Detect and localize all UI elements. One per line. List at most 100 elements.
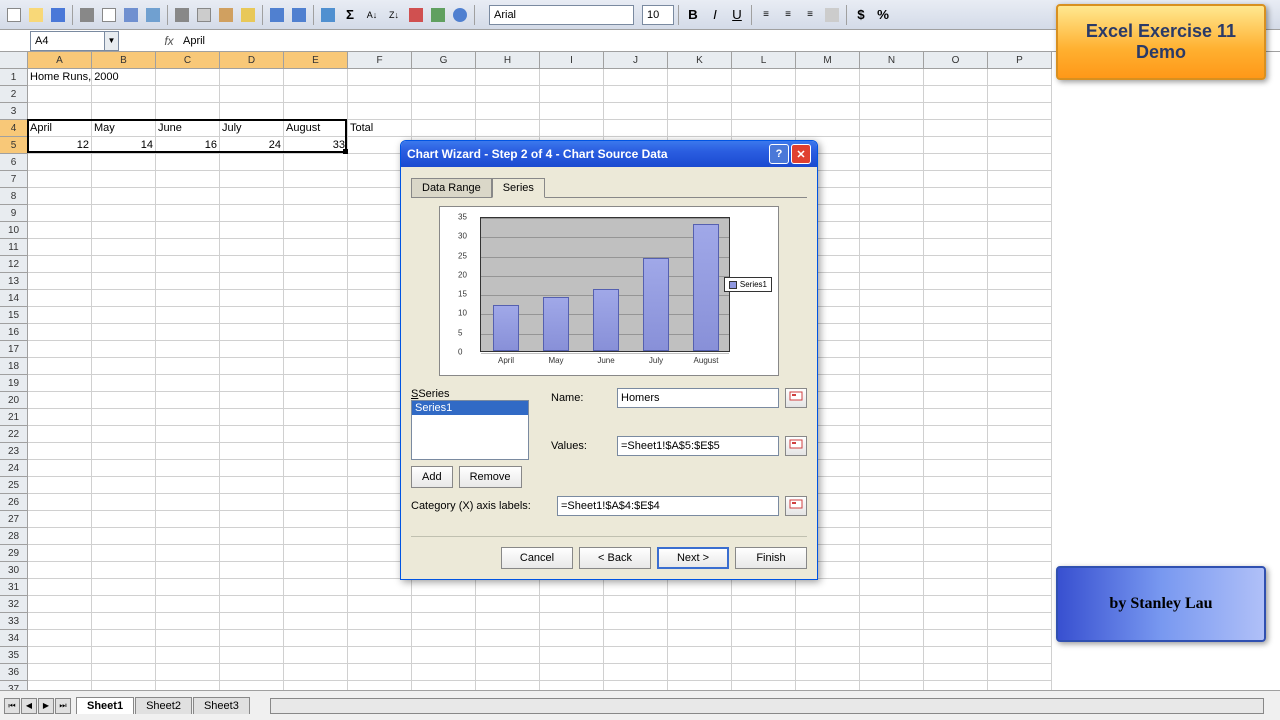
cell[interactable] <box>156 681 220 690</box>
cell[interactable] <box>924 69 988 86</box>
row-header[interactable]: 13 <box>0 273 28 290</box>
cell[interactable] <box>476 613 540 630</box>
cell[interactable] <box>860 409 924 426</box>
cell[interactable]: 24 <box>220 137 284 154</box>
column-header[interactable]: M <box>796 52 860 69</box>
paste-button[interactable] <box>216 5 236 25</box>
cell[interactable] <box>412 86 476 103</box>
drawing-button[interactable] <box>428 5 448 25</box>
row-header[interactable]: 14 <box>0 290 28 307</box>
cell[interactable] <box>92 273 156 290</box>
row-header[interactable]: 10 <box>0 222 28 239</box>
chart-wizard-button[interactable] <box>406 5 426 25</box>
cell[interactable] <box>988 137 1052 154</box>
cell[interactable] <box>156 171 220 188</box>
series-list[interactable]: Series1 <box>411 400 529 460</box>
cell[interactable] <box>284 511 348 528</box>
row-header[interactable]: 5 <box>0 137 28 154</box>
cell[interactable] <box>732 120 796 137</box>
cell[interactable] <box>284 222 348 239</box>
cell[interactable] <box>156 392 220 409</box>
cell[interactable] <box>156 596 220 613</box>
row-header[interactable]: 28 <box>0 528 28 545</box>
sort-asc-button[interactable]: A↓ <box>362 5 382 25</box>
cell[interactable] <box>604 596 668 613</box>
cell[interactable] <box>28 392 92 409</box>
align-center-button[interactable]: ≡ <box>778 5 798 25</box>
cell[interactable] <box>28 511 92 528</box>
cell[interactable] <box>988 494 1052 511</box>
cell[interactable] <box>220 375 284 392</box>
cell[interactable] <box>668 69 732 86</box>
cell[interactable] <box>924 613 988 630</box>
cell[interactable] <box>92 239 156 256</box>
cell[interactable] <box>156 579 220 596</box>
zoom-button[interactable] <box>450 5 470 25</box>
cell[interactable] <box>220 307 284 324</box>
cell[interactable] <box>540 630 604 647</box>
cell[interactable] <box>988 647 1052 664</box>
row-header[interactable]: 20 <box>0 392 28 409</box>
cell[interactable] <box>924 375 988 392</box>
cell[interactable] <box>860 205 924 222</box>
cell[interactable] <box>28 460 92 477</box>
cell[interactable] <box>860 171 924 188</box>
row-header[interactable]: 34 <box>0 630 28 647</box>
cell[interactable] <box>924 358 988 375</box>
fx-icon[interactable]: fx <box>159 34 179 48</box>
cell[interactable] <box>284 392 348 409</box>
cell[interactable] <box>220 596 284 613</box>
cell[interactable]: 12 <box>28 137 92 154</box>
cell[interactable] <box>924 579 988 596</box>
cell[interactable] <box>540 647 604 664</box>
cell[interactable] <box>924 528 988 545</box>
row-header[interactable]: 25 <box>0 477 28 494</box>
cell[interactable] <box>28 256 92 273</box>
cell[interactable] <box>860 358 924 375</box>
cell[interactable] <box>28 647 92 664</box>
horizontal-scrollbar[interactable] <box>270 698 1264 714</box>
cell[interactable] <box>988 579 1052 596</box>
cell[interactable] <box>988 86 1052 103</box>
cell[interactable] <box>156 375 220 392</box>
bold-button[interactable]: B <box>683 5 703 25</box>
cell[interactable] <box>92 630 156 647</box>
font-select[interactable] <box>489 5 634 25</box>
category-axis-input[interactable] <box>557 496 779 516</box>
cell[interactable] <box>860 307 924 324</box>
cell[interactable] <box>860 545 924 562</box>
cell[interactable] <box>284 307 348 324</box>
cell[interactable] <box>92 443 156 460</box>
cell[interactable] <box>92 69 156 86</box>
cell[interactable] <box>92 222 156 239</box>
cell[interactable] <box>668 579 732 596</box>
cell[interactable] <box>540 103 604 120</box>
cell[interactable] <box>284 154 348 171</box>
cell[interactable] <box>284 613 348 630</box>
print-preview-button[interactable] <box>99 5 119 25</box>
cell[interactable] <box>604 664 668 681</box>
cell[interactable] <box>28 562 92 579</box>
fill-handle[interactable] <box>343 149 348 154</box>
cell[interactable] <box>92 664 156 681</box>
cell[interactable] <box>860 528 924 545</box>
cell[interactable] <box>924 137 988 154</box>
cell[interactable] <box>220 426 284 443</box>
cell[interactable] <box>220 681 284 690</box>
cell[interactable] <box>860 664 924 681</box>
cell[interactable] <box>604 120 668 137</box>
cell[interactable] <box>220 630 284 647</box>
row-header[interactable]: 2 <box>0 86 28 103</box>
cell[interactable] <box>92 290 156 307</box>
tab-prev-button[interactable]: ◀ <box>21 698 37 714</box>
cell[interactable] <box>28 494 92 511</box>
copy-button[interactable] <box>194 5 214 25</box>
cell[interactable] <box>28 630 92 647</box>
cell[interactable] <box>860 426 924 443</box>
cell[interactable] <box>476 86 540 103</box>
cell[interactable] <box>924 392 988 409</box>
row-header[interactable]: 27 <box>0 511 28 528</box>
cell[interactable] <box>156 426 220 443</box>
cell[interactable] <box>156 69 220 86</box>
cell[interactable] <box>92 86 156 103</box>
